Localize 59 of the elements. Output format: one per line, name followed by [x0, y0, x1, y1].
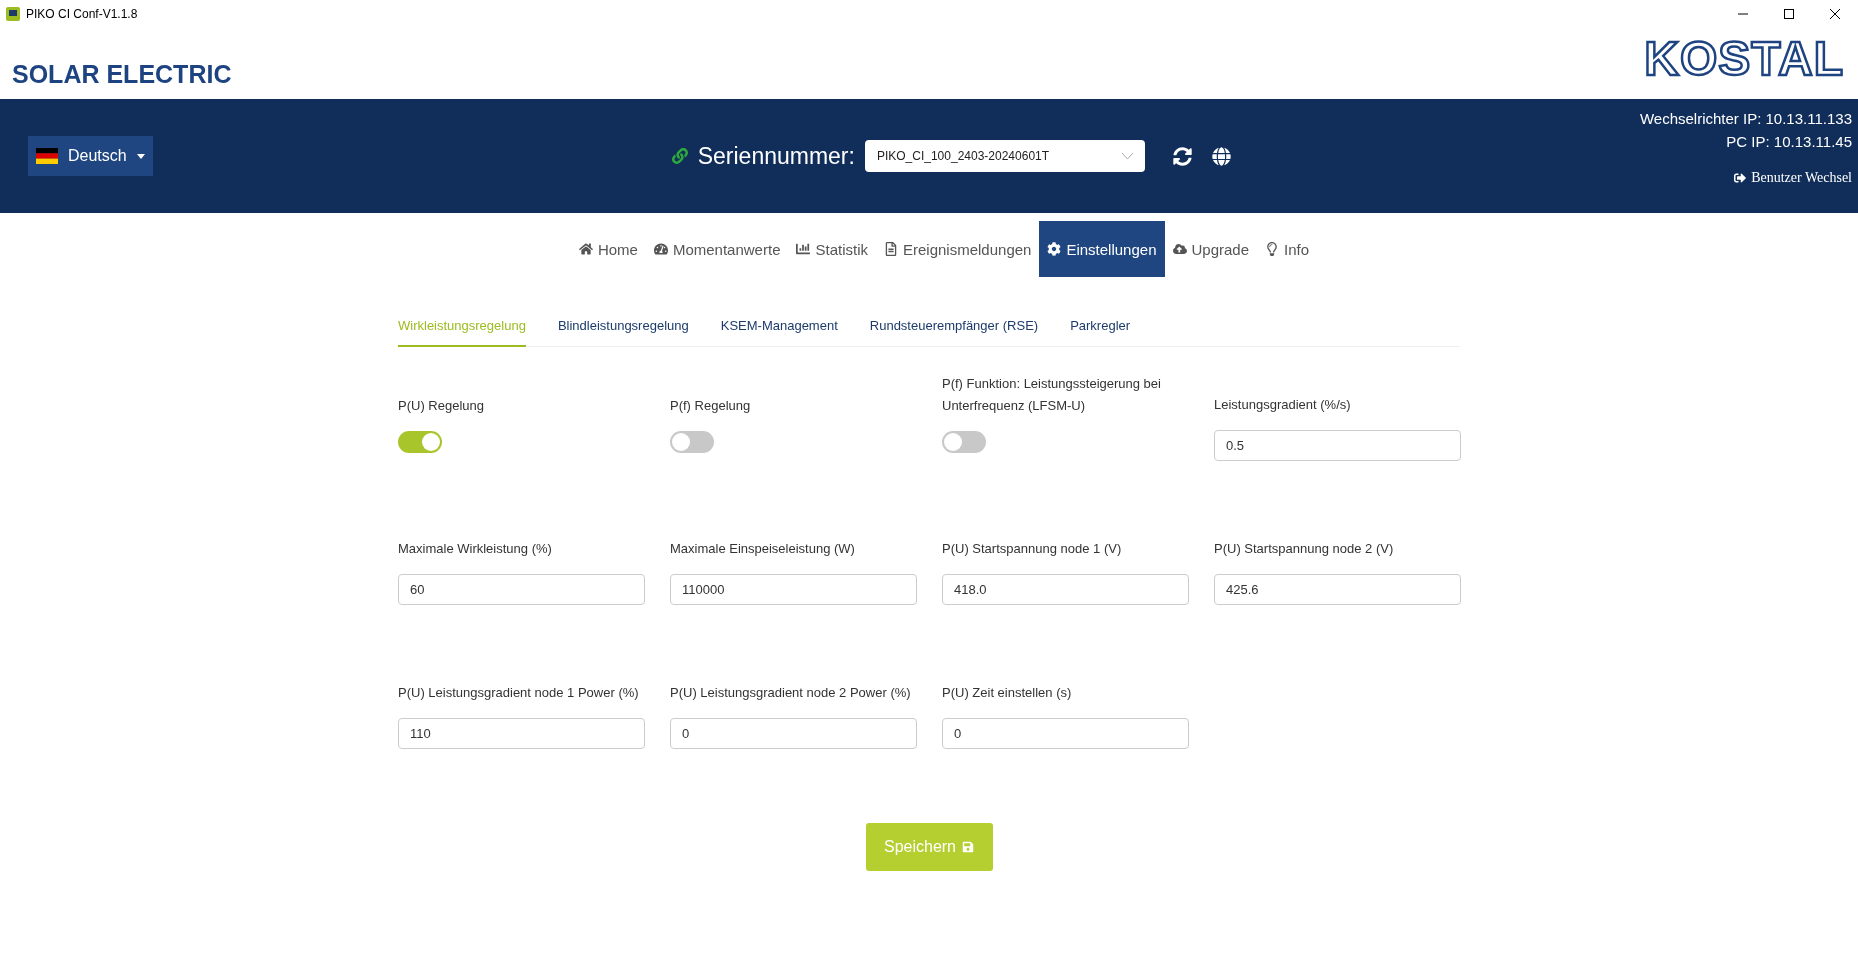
settings-tab[interactable]: Parkregler	[1070, 310, 1131, 347]
serial-dropdown[interactable]: PIKO_CI_100_2403-20240601T	[864, 140, 1145, 172]
settings-tab[interactable]: Rundsteuerempfänger (RSE)	[869, 310, 1039, 347]
input-field[interactable]: 110000	[670, 574, 917, 605]
maximize-icon	[1784, 9, 1794, 19]
settings-tab[interactable]: KSEM-Management	[720, 310, 838, 347]
toggle-switch[interactable]	[398, 431, 442, 453]
field-label: P(U) Leistungsgradient node 1 Power (%)	[398, 684, 640, 702]
settings-tab[interactable]: Blindleistungsregelung	[557, 310, 689, 347]
bar-chart-icon	[796, 242, 811, 256]
field-label: P(f) Funktion: Leistungssteigerung bei Unterfrequenz (LFSM-U)	[942, 375, 1162, 415]
nav-tab[interactable]: Upgrade	[1164, 221, 1258, 277]
link-icon	[671, 148, 688, 164]
nav-tab[interactable]: Info	[1257, 221, 1318, 277]
window-title: PIKO CI Conf-V1.1.8	[26, 7, 138, 21]
toggle-switch[interactable]	[942, 431, 986, 453]
input-field[interactable]: 425.6	[1214, 574, 1461, 605]
input-field[interactable]: 0.5	[1214, 430, 1461, 461]
field-label: P(U) Startspannung node 2 (V)	[1214, 540, 1395, 558]
serial-label: Seriennummer:	[697, 142, 855, 170]
settings-icon	[1047, 242, 1062, 256]
caret-icon	[136, 153, 145, 159]
pc-ip: PC IP: 10.13.11.45	[1726, 133, 1852, 150]
document-icon	[884, 242, 898, 256]
nav-tab[interactable]: Statistik	[788, 221, 876, 277]
lightbulb-icon	[1265, 242, 1280, 256]
field-label: P(U) Zeit einstellen (s)	[942, 684, 1073, 702]
nav-tab[interactable]: Ereignismeldungen	[876, 221, 1040, 277]
refresh-icon[interactable]	[1172, 146, 1192, 166]
sign-out-icon	[1734, 172, 1747, 184]
company-logo: KOSTAL	[1644, 35, 1844, 83]
field-label: P(U) Regelung	[398, 397, 485, 415]
nav-tab[interactable]: Einstellungen	[1039, 221, 1165, 277]
input-field[interactable]: 0	[942, 718, 1189, 749]
german-flag-icon	[36, 148, 58, 164]
field-label: P(U) Startspannung node 1 (V)	[942, 540, 1123, 558]
nav-tab[interactable]: Home	[570, 221, 646, 277]
nav-tab[interactable]: Momentanwerte	[645, 221, 789, 277]
inverter-ip: Wechselrichter IP: 10.13.11.133	[1639, 110, 1852, 127]
field-label: Leistungsgradient (%/s)	[1214, 396, 1352, 414]
close-icon	[1830, 9, 1840, 19]
input-field[interactable]: 0	[670, 718, 917, 749]
field-label: P(f) Regelung	[670, 397, 752, 415]
field-label: Maximale Wirkleistung (%)	[398, 540, 553, 558]
input-field[interactable]: 60	[398, 574, 645, 605]
user-switch-link[interactable]: Benutzer Wechsel	[1734, 170, 1852, 186]
language-dropdown[interactable]: Deutsch	[28, 136, 153, 176]
brand-name: SOLAR ELECTRIC	[12, 60, 232, 89]
chevron-icon	[1121, 153, 1133, 159]
field-label: Maximale Einspeiseleistung (W)	[670, 540, 856, 558]
globe-icon[interactable]	[1211, 146, 1231, 166]
input-field[interactable]: 110	[398, 718, 645, 749]
toggle-switch[interactable]	[670, 431, 714, 453]
input-field[interactable]: 418.0	[942, 574, 1189, 605]
app-icon	[6, 7, 20, 21]
cloud-upload-icon	[1172, 242, 1187, 256]
field-label: P(U) Leistungsgradient node 2 Power (%)	[670, 684, 912, 702]
home-icon	[578, 242, 593, 256]
gauge-icon	[653, 242, 668, 256]
